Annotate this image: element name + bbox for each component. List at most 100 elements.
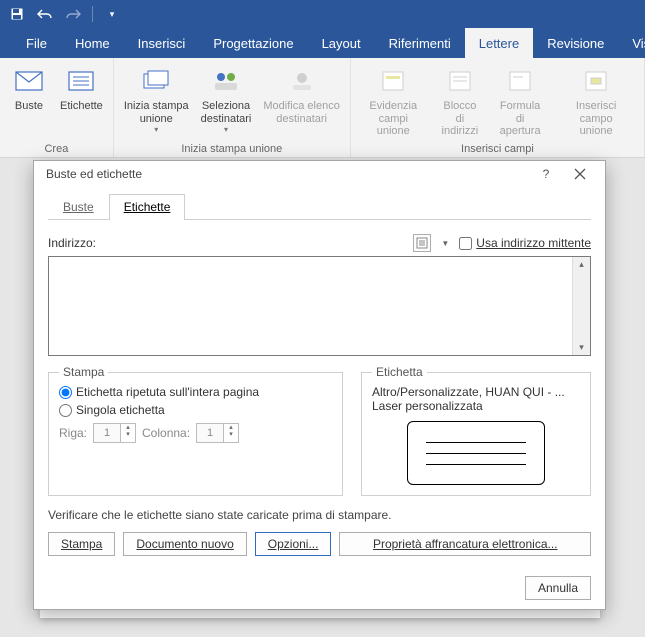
opt-ripetuta-radio[interactable] xyxy=(59,386,72,399)
undo-button[interactable] xyxy=(34,3,56,25)
tab-file[interactable]: File xyxy=(12,28,61,58)
dropdown-icon: ▾ xyxy=(154,125,158,134)
qat-customize-button[interactable]: ▾ xyxy=(101,3,123,25)
insert-field-icon xyxy=(579,64,613,98)
modifica-elenco-button: Modifica elenco destinatari xyxy=(259,62,343,127)
dialog-tab-buste[interactable]: Buste xyxy=(48,194,109,220)
etichetta-line2: Laser personalizzata xyxy=(372,399,580,413)
buste-label: Buste xyxy=(15,100,43,113)
riga-label: Riga: xyxy=(59,426,87,440)
tab-progettazione[interactable]: Progettazione xyxy=(199,28,307,58)
etichetta-info-area[interactable]: Altro/Personalizzate, HUAN QUI - ... Las… xyxy=(372,385,580,485)
col-down[interactable]: ▾ xyxy=(224,431,238,438)
riga-down[interactable]: ▾ xyxy=(121,431,135,438)
address-block-icon xyxy=(443,64,477,98)
colonna-spinner[interactable]: ▴▾ xyxy=(196,423,239,443)
dialog-titlebar: Buste ed etichette ? xyxy=(34,161,605,187)
group-label-crea: Crea xyxy=(6,141,107,155)
opt-singola-radio[interactable] xyxy=(59,404,72,417)
dialog-tab-etichette[interactable]: Etichette xyxy=(109,194,186,220)
buste-etichette-dialog: Buste ed etichette ? Buste Etichette Ind… xyxy=(33,160,606,610)
etichetta-line1: Altro/Personalizzate, HUAN QUI - ... xyxy=(372,385,580,399)
usa-mittente-checkbox[interactable]: Usa indirizzo mittente xyxy=(459,236,591,250)
etichetta-groupbox: Etichetta Altro/Personalizzate, HUAN QUI… xyxy=(361,372,591,496)
blocco-label: Blocco di indirizzi xyxy=(438,100,482,138)
inserisci-campo-button: Inserisci campo unione xyxy=(554,62,638,140)
opt-ripetuta-label: Etichetta ripetuta sull'intera pagina xyxy=(76,385,259,399)
formula-label: Formula di apertura xyxy=(494,100,546,138)
address-scrollbar[interactable]: ▴ ▾ xyxy=(572,257,590,355)
ribbon-group-inizia: Inizia stampa unione ▾ Seleziona destina… xyxy=(114,58,351,157)
dropdown-icon: ▾ xyxy=(224,125,228,134)
formula-apertura-button: Formula di apertura xyxy=(490,62,550,140)
tab-riferimenti[interactable]: Riferimenti xyxy=(375,28,465,58)
tab-home[interactable]: Home xyxy=(61,28,124,58)
evidenzia-label: Evidenzia campi unione xyxy=(361,100,426,138)
stampa-legend: Stampa xyxy=(59,365,108,379)
address-book-dropdown[interactable]: ▼ xyxy=(439,239,451,248)
documento-nuovo-button[interactable]: Documento nuovo xyxy=(123,532,246,556)
help-button[interactable]: ? xyxy=(529,161,563,187)
address-textbox: ▴ ▾ xyxy=(48,256,591,356)
usa-mittente-label: Usa indirizzo mittente xyxy=(476,236,591,250)
ribbon-tabs: File Home Inserisci Progettazione Layout… xyxy=(0,28,645,58)
riga-up[interactable]: ▴ xyxy=(121,424,135,431)
stampa-groupbox: Stampa Etichetta ripetuta sull'intera pa… xyxy=(48,372,343,496)
highlight-fields-icon xyxy=(376,64,410,98)
edit-list-icon xyxy=(285,64,319,98)
modifica-label: Modifica elenco destinatari xyxy=(263,100,339,125)
etichette-label: Etichette xyxy=(60,100,103,113)
opt-singola[interactable]: Singola etichetta xyxy=(59,403,332,417)
stampa-button[interactable]: Stampa xyxy=(48,532,115,556)
inserisci-campo-label: Inserisci campo unione xyxy=(558,100,634,138)
inizia-stampa-label: Inizia stampa unione xyxy=(124,100,189,125)
ribbon: Buste Etichette Crea Inizia stampa union… xyxy=(0,58,645,158)
save-button[interactable] xyxy=(6,3,28,25)
label-icon xyxy=(64,64,98,98)
address-textarea[interactable] xyxy=(49,257,572,355)
tab-visualizza[interactable]: Visualizza xyxy=(618,28,645,58)
opt-singola-label: Singola etichetta xyxy=(76,403,165,417)
inizia-stampa-unione-button[interactable]: Inizia stampa unione ▾ xyxy=(120,62,193,136)
ribbon-group-campi: Evidenzia campi unione Blocco di indiriz… xyxy=(351,58,645,157)
close-button[interactable] xyxy=(563,161,597,187)
tab-revisione[interactable]: Revisione xyxy=(533,28,618,58)
evidenzia-campi-button: Evidenzia campi unione xyxy=(357,62,430,140)
scroll-up-button[interactable]: ▴ xyxy=(573,257,590,272)
redo-button[interactable] xyxy=(62,3,84,25)
etichette-button[interactable]: Etichette xyxy=(56,62,107,115)
tab-layout[interactable]: Layout xyxy=(308,28,375,58)
group-label-inizia: Inizia stampa unione xyxy=(120,141,344,155)
proprieta-affrancatura-button[interactable]: Proprietà affrancatura elettronica... xyxy=(339,532,591,556)
opzioni-button[interactable]: Opzioni... xyxy=(255,532,332,556)
indirizzo-label: Indirizzo: xyxy=(48,236,96,250)
recipients-icon xyxy=(209,64,243,98)
etichetta-legend: Etichetta xyxy=(372,365,427,379)
label-preview-icon xyxy=(407,421,545,485)
envelope-icon xyxy=(12,64,46,98)
quick-access-toolbar: ▾ xyxy=(0,0,645,28)
colonna-input[interactable] xyxy=(197,424,223,442)
tab-inserisci[interactable]: Inserisci xyxy=(124,28,200,58)
tab-lettere[interactable]: Lettere xyxy=(465,28,533,58)
qat-separator xyxy=(92,6,93,22)
seleziona-label: Seleziona destinatari xyxy=(201,100,252,125)
riga-spinner[interactable]: ▴▾ xyxy=(93,423,136,443)
blocco-indirizzi-button: Blocco di indirizzi xyxy=(434,62,486,140)
greeting-line-icon xyxy=(503,64,537,98)
group-label-campi: Inserisci campi xyxy=(357,141,638,155)
dialog-title: Buste ed etichette xyxy=(46,167,142,181)
buste-button[interactable]: Buste xyxy=(6,62,52,115)
address-book-button[interactable] xyxy=(413,234,431,252)
col-up[interactable]: ▴ xyxy=(224,424,238,431)
usa-mittente-input[interactable] xyxy=(459,237,472,250)
dialog-tabs: Buste Etichette xyxy=(48,193,591,220)
annulla-button[interactable]: Annulla xyxy=(525,576,591,600)
riga-input[interactable] xyxy=(94,424,120,442)
colonna-label: Colonna: xyxy=(142,426,190,440)
opt-ripetuta[interactable]: Etichetta ripetuta sull'intera pagina xyxy=(59,385,332,399)
hint-text: Verificare che le etichette siano state … xyxy=(48,508,591,522)
mail-merge-icon xyxy=(139,64,173,98)
seleziona-destinatari-button[interactable]: Seleziona destinatari ▾ xyxy=(197,62,256,136)
scroll-down-button[interactable]: ▾ xyxy=(573,340,590,355)
